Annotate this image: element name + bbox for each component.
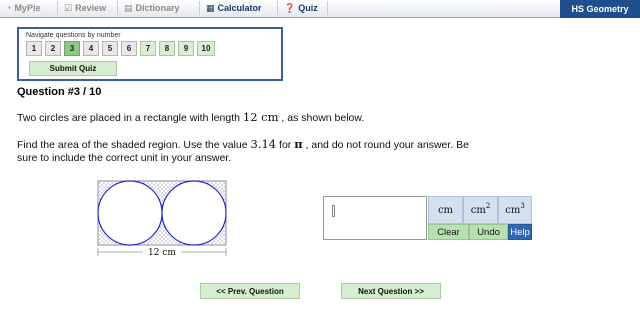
unit-cm2-base: cm	[470, 204, 486, 216]
question-title: Question #3 / 10	[17, 86, 102, 98]
question-3-button[interactable]: 3	[64, 41, 80, 56]
text-cursor	[332, 205, 335, 217]
pi-value: 3.14	[250, 137, 277, 151]
prev-question-button[interactable]: << Prev. Question	[200, 283, 300, 299]
tab-review[interactable]: ☑ Review	[58, 1, 118, 15]
question-line-1-post: , as shown below.	[278, 112, 365, 124]
check-icon: ☑	[64, 2, 73, 13]
question-line-2: Find the area of the shaded region. Use …	[17, 137, 469, 152]
clear-button[interactable]: Clear	[428, 224, 469, 240]
tab-calculator[interactable]: ▦ Calculator	[200, 1, 278, 15]
tab-dictionary-label: Dictionary	[135, 3, 180, 13]
tab-quiz[interactable]: ❓ Quiz	[278, 1, 328, 15]
question-line-3: sure to include the correct unit in your…	[17, 152, 232, 164]
unit-cm2-exp: 2	[485, 202, 491, 210]
pie-icon: ◔	[6, 2, 12, 13]
tab-mypie[interactable]: ◔ MyPie	[0, 1, 58, 15]
question-number-row: 1 2 3 4 5 6 7 8 9 10	[26, 41, 215, 56]
question-9-button[interactable]: 9	[178, 41, 194, 56]
help-button[interactable]: Help	[508, 224, 532, 240]
question-2-button[interactable]: 2	[45, 41, 61, 56]
top-nav-bar: ◔ MyPie ☑ Review ▤ Dictionary ▦ Calculat…	[0, 0, 640, 18]
unit-cm3-button[interactable]: cm 3	[498, 196, 532, 224]
question-line-2-mid: for	[276, 139, 295, 151]
right-circle	[161, 180, 227, 246]
question-1-button[interactable]: 1	[26, 41, 42, 56]
unit-cm2-button[interactable]: cm 2	[463, 196, 498, 224]
tab-review-label: Review	[75, 3, 107, 13]
question-line-1: Two circles are placed in a rectangle wi…	[17, 110, 364, 125]
unit-cm3-exp: 3	[520, 202, 525, 210]
question-10-button[interactable]: 10	[197, 41, 215, 56]
navigator-label: Navigate questions by number	[26, 32, 121, 39]
course-brand[interactable]: HS Geometry	[560, 0, 640, 18]
question-6-button[interactable]: 6	[121, 41, 137, 56]
circles-in-rectangle-figure: 12 cm	[97, 180, 227, 258]
tab-dictionary[interactable]: ▤ Dictionary	[118, 1, 200, 15]
next-question-button[interactable]: Next Question >>	[341, 283, 441, 299]
left-circle	[97, 180, 163, 246]
tab-quiz-label: Quiz	[298, 3, 318, 13]
tab-mypie-label: MyPie	[14, 3, 41, 13]
unit-cm-base: cm	[437, 204, 454, 216]
undo-button[interactable]: Undo	[469, 224, 508, 240]
pi-symbol: π	[294, 137, 303, 151]
question-8-button[interactable]: 8	[159, 41, 175, 56]
question-line-2-pre: Find the area of the shaded region. Use …	[17, 139, 251, 151]
question-line-1-pre: Two circles are placed in a rectangle wi…	[17, 112, 243, 124]
calculator-icon: ▦	[206, 2, 215, 13]
answer-input[interactable]	[323, 196, 427, 240]
question-navigator: Navigate questions by number 1 2 3 4 5 6…	[17, 27, 283, 81]
tab-calculator-label: Calculator	[217, 3, 262, 13]
unit-cm-button[interactable]: cm	[428, 196, 463, 224]
question-7-button[interactable]: 7	[140, 41, 156, 56]
question-line-2-post: , and do not round your answer. Be	[302, 139, 469, 151]
figure-length-label: 12 cm	[148, 248, 176, 258]
book-icon: ▤	[124, 2, 133, 13]
unit-cm3-base: cm	[505, 204, 521, 216]
question-5-button[interactable]: 5	[102, 41, 118, 56]
quiz-icon: ❓	[284, 2, 296, 13]
submit-quiz-button[interactable]: Submit Quiz	[29, 61, 117, 76]
length-value: 12 cm	[242, 110, 279, 124]
question-4-button[interactable]: 4	[83, 41, 99, 56]
